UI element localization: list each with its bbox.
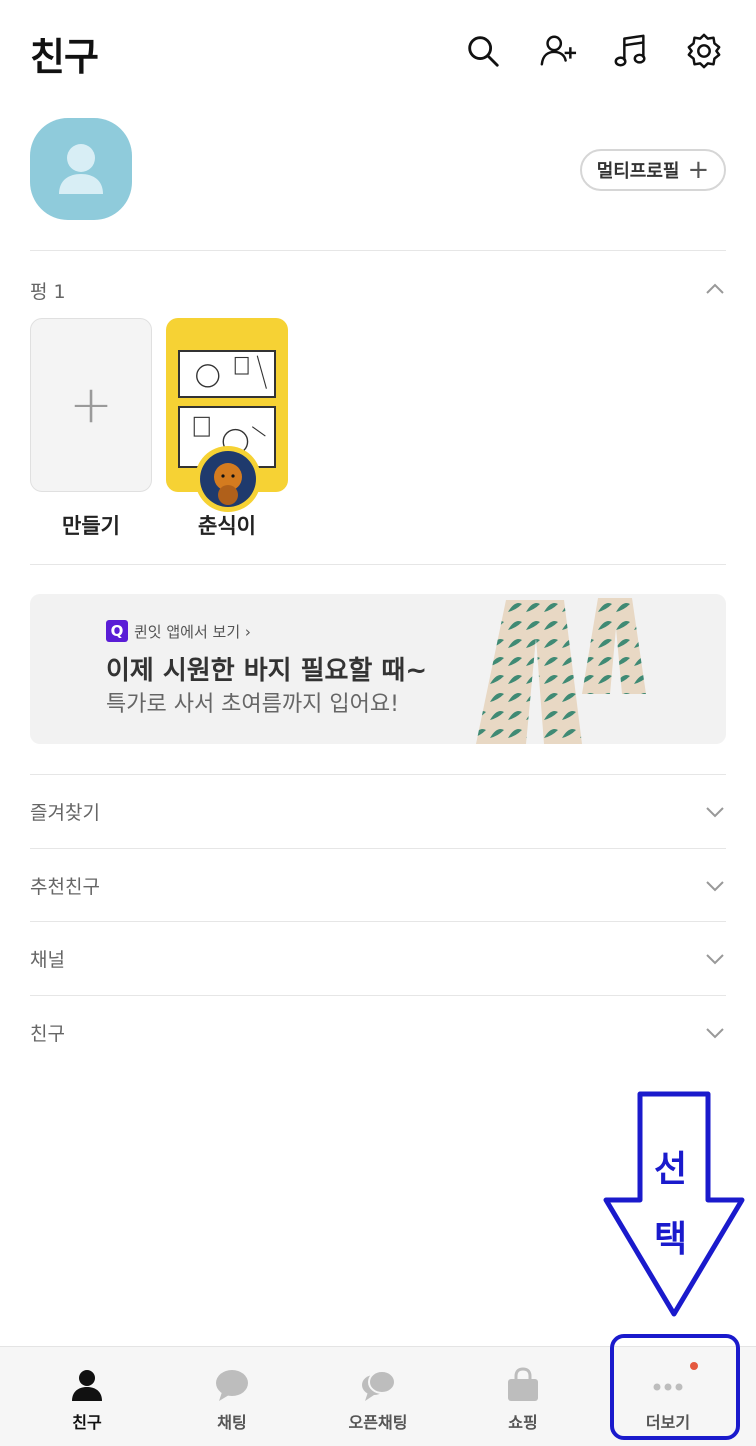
chevron-down-icon — [706, 1028, 724, 1039]
banner-title: 이제 시원한 바지 필요할 때~ — [106, 656, 428, 686]
multi-profile-label: 멀티프로필 — [596, 161, 680, 182]
plus-icon: + — [687, 155, 710, 185]
multi-profile-button[interactable]: 멀티프로필 + — [580, 149, 726, 191]
story-create-label: 만들기 — [62, 514, 120, 538]
pants-product-image — [476, 598, 646, 744]
default-person-icon — [59, 144, 103, 194]
open-chat-icon — [362, 1370, 396, 1401]
annotation-text: 택 — [654, 1219, 688, 1260]
tab-label: 오픈채팅 — [348, 1413, 408, 1432]
settings-icon[interactable] — [683, 30, 725, 72]
section-label: 친구 — [30, 1023, 65, 1045]
person-icon — [72, 1370, 102, 1401]
stories-section-label: 펑 1 — [30, 281, 66, 303]
page-title: 친구 — [30, 35, 99, 79]
section-row-channel[interactable]: 채널 — [30, 921, 726, 995]
chevron-down-icon — [706, 881, 724, 892]
annotation-down-arrow — [603, 1091, 745, 1317]
divider — [30, 564, 726, 565]
tab-label: 쇼핑 — [508, 1413, 538, 1432]
annotation-highlight-box — [610, 1334, 740, 1440]
banner-source-text: 퀸잇 앱에서 보기 › — [134, 622, 251, 641]
add-friend-icon[interactable] — [537, 30, 579, 72]
story-create-card[interactable]: + — [30, 318, 152, 492]
tab-label: 채팅 — [217, 1413, 247, 1432]
friend-avatar — [195, 446, 261, 512]
chat-bubble-icon — [216, 1370, 248, 1401]
chevron-down-icon — [706, 807, 724, 818]
quinit-logo-icon: Q — [106, 620, 128, 642]
tab-friends[interactable]: 친구 — [27, 1347, 147, 1446]
section-row-favorites[interactable]: 즐겨찾기 — [30, 774, 726, 848]
music-icon[interactable] — [610, 30, 652, 72]
section-row-friends[interactable]: 친구 — [30, 995, 726, 1069]
banner-source[interactable]: Q 퀸잇 앱에서 보기 › — [106, 620, 251, 642]
divider — [30, 250, 726, 251]
banner-subtitle: 특가로 사서 초여름까지 입어요! — [106, 692, 399, 717]
comic-panel — [178, 350, 276, 398]
story-friend-name: 춘식이 — [198, 514, 256, 538]
section-label: 채널 — [30, 949, 65, 971]
tab-label: 친구 — [72, 1413, 102, 1432]
tab-open-chat[interactable]: 오픈채팅 — [318, 1347, 438, 1446]
tab-shopping[interactable]: 쇼핑 — [463, 1347, 583, 1446]
search-icon[interactable] — [462, 30, 504, 72]
chevron-up-icon[interactable] — [704, 278, 726, 300]
my-profile-avatar[interactable] — [30, 118, 132, 220]
app-header: 친구 — [0, 0, 756, 100]
chevron-down-icon — [706, 954, 724, 965]
tab-chats[interactable]: 채팅 — [172, 1347, 292, 1446]
shopping-bag-icon — [508, 1367, 538, 1401]
plus-icon: + — [69, 375, 113, 435]
section-row-recommended[interactable]: 추천친구 — [30, 848, 726, 922]
ad-banner[interactable]: Q 퀸잇 앱에서 보기 › 이제 시원한 바지 필요할 때~ 특가로 사서 초여… — [30, 594, 726, 744]
character-icon — [214, 463, 242, 505]
annotation-text: 선 — [654, 1149, 688, 1190]
section-label: 즐겨찾기 — [30, 802, 100, 824]
section-label: 추천친구 — [30, 876, 100, 898]
